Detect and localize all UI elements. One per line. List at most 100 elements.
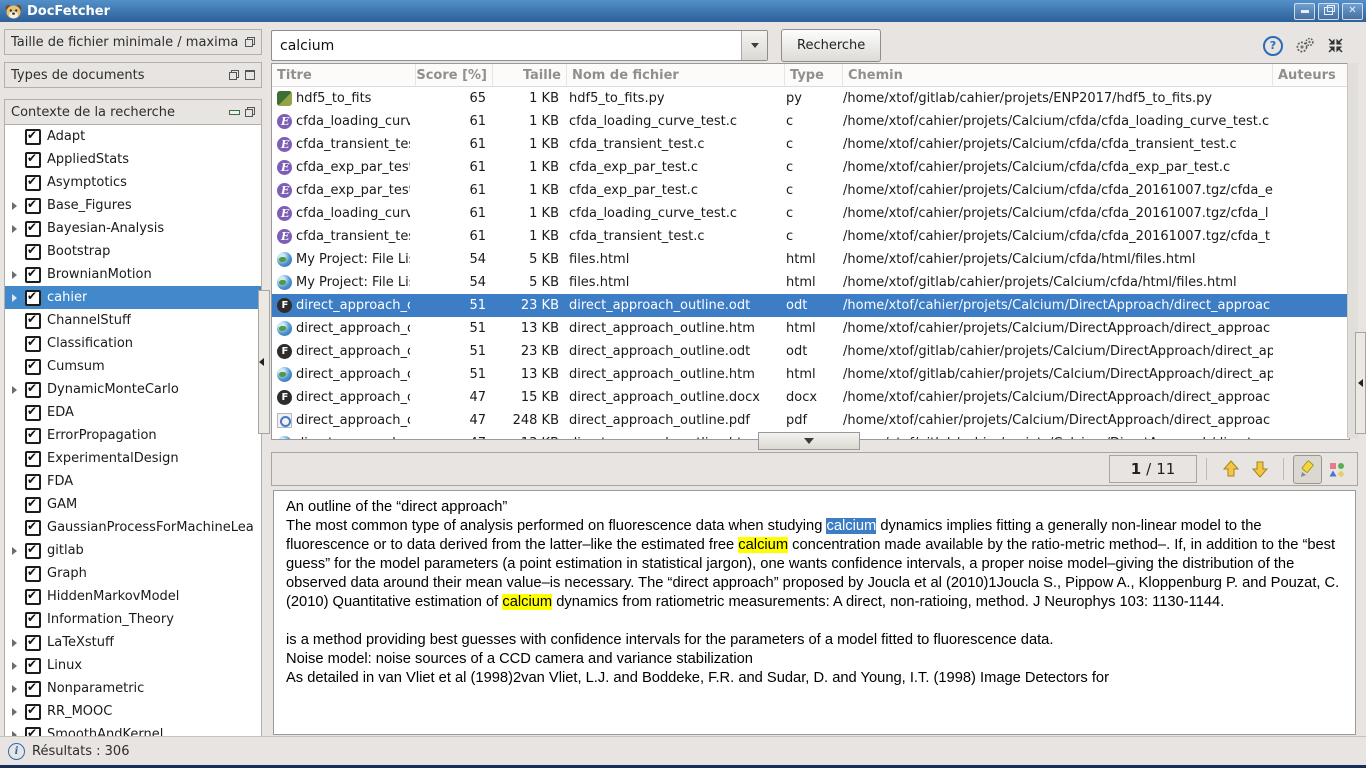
checkbox-icon[interactable] bbox=[25, 704, 41, 720]
expand-arrow-icon[interactable] bbox=[12, 685, 25, 693]
table-row[interactable]: My Project: File List545 KBfiles.htmlhtm… bbox=[272, 248, 1349, 271]
tree-item-bayesian-analysis[interactable]: Bayesian-Analysis bbox=[5, 217, 261, 240]
expand-arrow-icon[interactable] bbox=[12, 386, 25, 394]
search-input[interactable] bbox=[272, 31, 741, 60]
restore-button[interactable] bbox=[1318, 3, 1339, 20]
table-row[interactable]: direct_approach_outline5113 KBdirect_app… bbox=[272, 317, 1349, 340]
checkbox-icon[interactable] bbox=[25, 405, 41, 421]
checkbox-icon[interactable] bbox=[25, 658, 41, 674]
highlight-toggle-button[interactable] bbox=[1293, 455, 1322, 484]
tree-item-gitlab[interactable]: gitlab bbox=[5, 539, 261, 562]
tree-item-bootstrap[interactable]: Bootstrap bbox=[5, 240, 261, 263]
checkbox-icon[interactable] bbox=[25, 727, 41, 737]
column-header-titre[interactable]: Titre bbox=[272, 64, 416, 86]
restore-panel-icon[interactable] bbox=[229, 70, 239, 80]
tree-item-channelstuff[interactable]: ChannelStuff bbox=[5, 309, 261, 332]
restore-panel-icon[interactable] bbox=[245, 107, 255, 117]
expand-arrow-icon[interactable] bbox=[12, 225, 25, 233]
tree-item-experimentaldesign[interactable]: ExperimentalDesign bbox=[5, 447, 261, 470]
collapse-sidebar-handle[interactable] bbox=[258, 290, 270, 434]
checkbox-icon[interactable] bbox=[25, 313, 41, 329]
table-row[interactable]: cfda_transient_test611 KBcfda_transient_… bbox=[272, 133, 1349, 156]
previous-match-button[interactable] bbox=[1216, 455, 1245, 484]
expand-arrow-icon[interactable] bbox=[12, 708, 25, 716]
checkbox-icon[interactable] bbox=[25, 382, 41, 398]
minimize-to-tray-icon[interactable] bbox=[1327, 37, 1344, 54]
column-header-chemin[interactable]: Chemin bbox=[843, 64, 1273, 86]
search-history-dropdown-icon[interactable] bbox=[741, 31, 767, 60]
expand-arrow-icon[interactable] bbox=[12, 294, 25, 302]
tree-item-latexstuff[interactable]: LaTeXstuff bbox=[5, 631, 261, 654]
column-header-auteurs[interactable]: Auteurs bbox=[1273, 64, 1349, 86]
table-row[interactable]: direct_approach_outline4715 KBdirect_app… bbox=[272, 386, 1349, 409]
tree-item-appliedstats[interactable]: AppliedStats bbox=[5, 148, 261, 171]
tree-item-nonparametric[interactable]: Nonparametric bbox=[5, 677, 261, 700]
checkbox-icon[interactable] bbox=[25, 635, 41, 651]
tree-item-classification[interactable]: Classification bbox=[5, 332, 261, 355]
tree-item-fda[interactable]: FDA bbox=[5, 470, 261, 493]
table-row[interactable]: My Project: File List545 KBfiles.htmlhtm… bbox=[272, 271, 1349, 294]
checkbox-icon[interactable] bbox=[25, 520, 41, 536]
tree-item-cahier[interactable]: cahier bbox=[5, 286, 261, 309]
table-row[interactable]: direct_approach_outline47248 KBdirect_ap… bbox=[272, 409, 1349, 432]
tree-item-smoothandkernel[interactable]: SmoothAndKernel bbox=[5, 723, 261, 736]
tree-item-adapt[interactable]: Adapt bbox=[5, 125, 261, 148]
collapse-right-handle[interactable] bbox=[1355, 332, 1366, 434]
search-button[interactable]: Recherche bbox=[781, 29, 881, 62]
preferences-gears-icon[interactable] bbox=[1295, 37, 1315, 54]
checkbox-icon[interactable] bbox=[25, 589, 41, 605]
checkbox-icon[interactable] bbox=[25, 336, 41, 352]
checkbox-icon[interactable] bbox=[25, 267, 41, 283]
table-row[interactable]: direct_approach_outline5123 KBdirect_app… bbox=[272, 340, 1349, 363]
table-row[interactable]: direct_approach_outline5123 KBdirect_app… bbox=[272, 294, 1349, 317]
checkbox-icon[interactable] bbox=[25, 543, 41, 559]
checkbox-icon[interactable] bbox=[25, 428, 41, 444]
table-row[interactable]: cfda_exp_par_test611 KBcfda_exp_par_test… bbox=[272, 179, 1349, 202]
expand-arrow-icon[interactable] bbox=[12, 547, 25, 555]
tree-item-graph[interactable]: Graph bbox=[5, 562, 261, 585]
checkbox-icon[interactable] bbox=[25, 497, 41, 513]
table-row[interactable]: cfda_transient_test611 KBcfda_transient_… bbox=[272, 225, 1349, 248]
checkbox-icon[interactable] bbox=[25, 198, 41, 214]
column-header-taille[interactable]: Taille bbox=[493, 64, 567, 86]
tree-item-gaussianprocessformachinelea[interactable]: GaussianProcessForMachineLea bbox=[5, 516, 261, 539]
checkbox-icon[interactable] bbox=[25, 474, 41, 490]
checkbox-icon[interactable] bbox=[25, 129, 41, 145]
table-row[interactable]: cfda_loading_curve611 KBcfda_loading_cur… bbox=[272, 110, 1349, 133]
maximize-panel-icon[interactable] bbox=[245, 70, 255, 80]
tree-item-gam[interactable]: GAM bbox=[5, 493, 261, 516]
column-header-type[interactable]: Type bbox=[785, 64, 843, 86]
tree-item-brownianmotion[interactable]: BrownianMotion bbox=[5, 263, 261, 286]
column-header-nom[interactable]: Nom de fichier bbox=[567, 64, 785, 86]
checkbox-icon[interactable] bbox=[25, 290, 41, 306]
expand-arrow-icon[interactable] bbox=[12, 271, 25, 279]
expand-arrow-icon[interactable] bbox=[12, 639, 25, 647]
checkbox-icon[interactable] bbox=[25, 152, 41, 168]
close-button[interactable]: ✕ bbox=[1342, 3, 1363, 20]
tree-item-base_figures[interactable]: Base_Figures bbox=[5, 194, 261, 217]
minimize-panel-icon[interactable] bbox=[229, 107, 239, 117]
tree-item-hiddenmarkovmodel[interactable]: HiddenMarkovModel bbox=[5, 585, 261, 608]
preview-mode-button[interactable] bbox=[1322, 455, 1351, 484]
checkbox-icon[interactable] bbox=[25, 451, 41, 467]
tree-item-dynamicmontecarlo[interactable]: DynamicMonteCarlo bbox=[5, 378, 261, 401]
tree-item-eda[interactable]: EDA bbox=[5, 401, 261, 424]
expand-arrow-icon[interactable] bbox=[12, 662, 25, 670]
expand-arrow-icon[interactable] bbox=[12, 202, 25, 210]
tree-item-rr_mooc[interactable]: RR_MOOC bbox=[5, 700, 261, 723]
scroll-down-button[interactable] bbox=[758, 432, 860, 450]
tree-item-asymptotics[interactable]: Asymptotics bbox=[5, 171, 261, 194]
tree-item-cumsum[interactable]: Cumsum bbox=[5, 355, 261, 378]
tree-item-linux[interactable]: Linux bbox=[5, 654, 261, 677]
checkbox-icon[interactable] bbox=[25, 612, 41, 628]
checkbox-icon[interactable] bbox=[25, 175, 41, 191]
checkbox-icon[interactable] bbox=[25, 566, 41, 582]
table-row[interactable]: hdf5_to_fits651 KBhdf5_to_fits.pypy/home… bbox=[272, 87, 1349, 110]
checkbox-icon[interactable] bbox=[25, 681, 41, 697]
restore-panel-icon[interactable] bbox=[245, 37, 255, 47]
minimize-button[interactable] bbox=[1294, 3, 1315, 20]
column-header-score[interactable]: Score [%] bbox=[416, 64, 493, 86]
tree-item-information_theory[interactable]: Information_Theory bbox=[5, 608, 261, 631]
checkbox-icon[interactable] bbox=[25, 221, 41, 237]
table-row[interactable]: cfda_loading_curve611 KBcfda_loading_cur… bbox=[272, 202, 1349, 225]
